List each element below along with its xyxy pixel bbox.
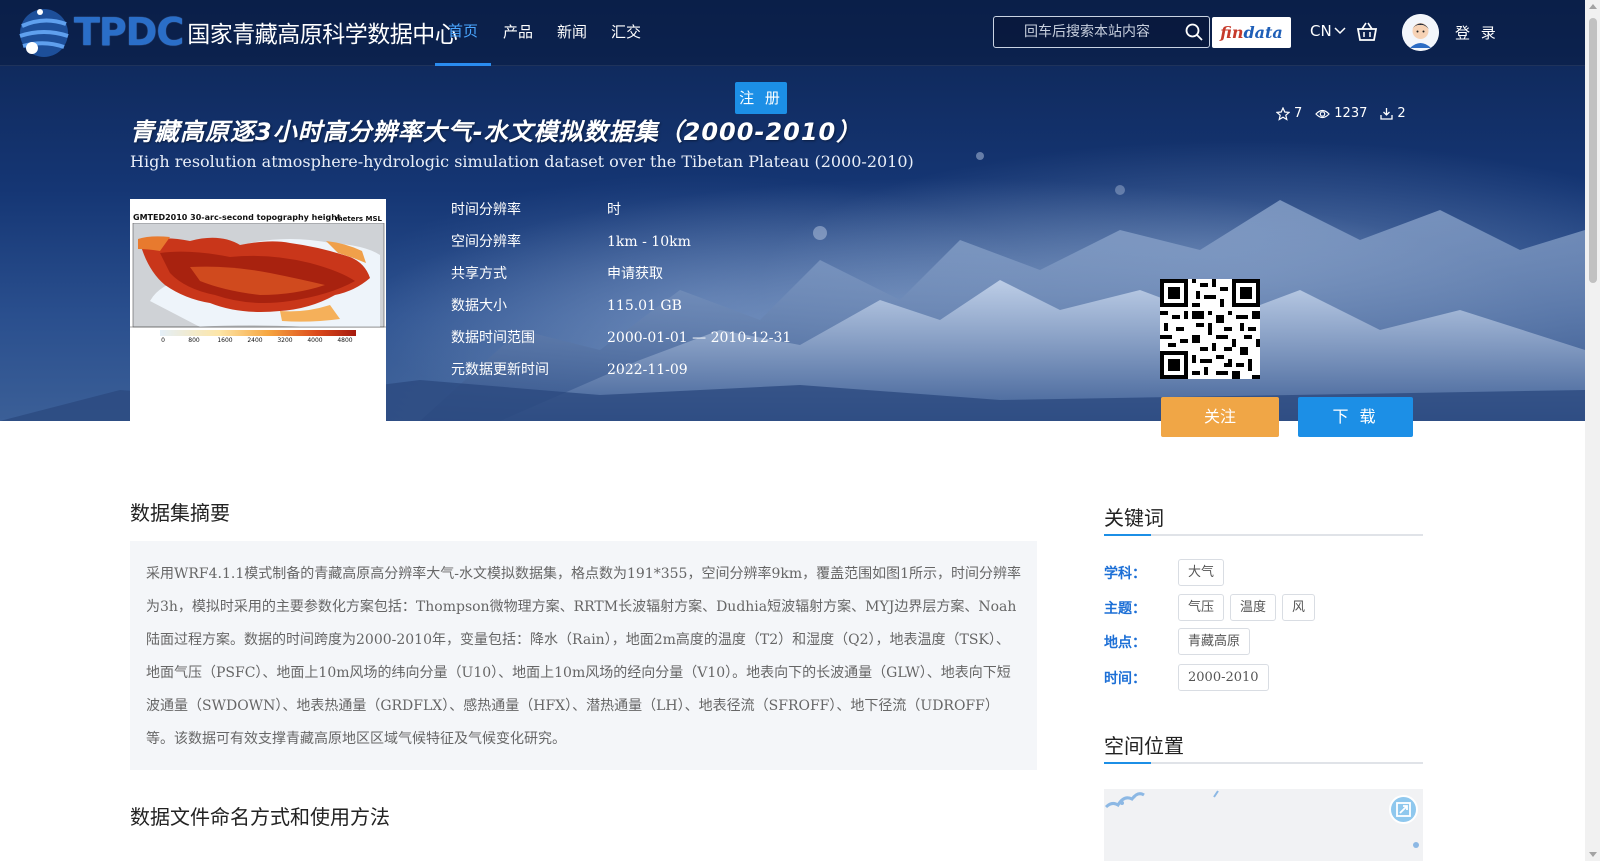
language-selector[interactable]: CN (1310, 22, 1346, 40)
keyword-tag[interactable]: 温度 (1230, 594, 1277, 621)
keyword-tag[interactable]: 青藏高原 (1178, 628, 1251, 655)
keywords-divider (1104, 534, 1423, 536)
file-naming-heading: 数据文件命名方式和使用方法 (130, 805, 390, 829)
download-button[interactable]: 下 载 (1298, 397, 1413, 437)
keyword-label: 地点： (1104, 634, 1146, 651)
info-label: 空间分辨率 (451, 234, 521, 250)
keyword-tag[interactable]: 大气 (1178, 559, 1225, 586)
search-input[interactable] (994, 17, 1179, 47)
logo-name: 国家青藏高原科学数据中心 (187, 22, 458, 48)
spatial-heading: 空间位置 (1104, 734, 1184, 758)
keyword-label: 时间： (1104, 670, 1146, 687)
dataset-title-en: High resolution atmosphere-hydrologic si… (130, 152, 914, 171)
user-avatar-icon (1402, 14, 1439, 51)
keyword-tag[interactable]: 风 (1282, 594, 1316, 621)
info-label: 时间分辨率 (451, 202, 521, 218)
views-count: 1237 (1334, 106, 1368, 121)
info-value: 时 (607, 202, 621, 218)
site-logo[interactable]: TPDC 国家青藏高原科学数据中心 (14, 2, 458, 62)
language-label: CN (1310, 22, 1332, 40)
dataset-title-cn: 青藏高原逐3小时高分辨率大气-水文模拟数据集（2000-2010） (130, 118, 862, 146)
eye-icon (1315, 109, 1331, 118)
info-value: 申请获取 (607, 266, 663, 282)
scroll-thumb[interactable] (1589, 18, 1597, 283)
views-stat: 1237 (1315, 106, 1367, 121)
keyword-row-time: 时间： 2000-2010 (1104, 664, 1275, 691)
nav-products[interactable]: 产品 (491, 0, 545, 66)
page-scrollbar[interactable] (1585, 0, 1600, 861)
dataset-stats: 7 1237 2 (1276, 106, 1419, 121)
keyword-label: 主题： (1104, 600, 1146, 617)
info-value: 1km - 10km (607, 234, 691, 250)
downloads-stat: 2 (1380, 106, 1406, 121)
register-button[interactable]: 注 册 (735, 82, 787, 114)
keyword-row-theme: 主题： 气压 温度 风 (1104, 594, 1321, 621)
keyword-tag[interactable]: 气压 (1178, 594, 1225, 621)
keywords-heading: 关键词 (1104, 506, 1164, 530)
scale-tick: 3200 (277, 337, 292, 344)
favorites-stat: 7 (1276, 106, 1302, 121)
scale-tick: 2400 (247, 337, 262, 344)
keyword-tag[interactable]: 2000-2010 (1178, 664, 1269, 691)
scale-tick: 800 (188, 337, 200, 344)
keyword-row-place: 地点： 青藏高原 (1104, 628, 1256, 655)
scroll-down-arrow[interactable] (1589, 852, 1597, 857)
info-value: 2022-11-09 (607, 362, 688, 378)
spatial-divider (1104, 762, 1423, 764)
spatial-map[interactable] (1104, 789, 1423, 861)
nav-submit[interactable]: 汇交 (599, 0, 653, 66)
info-label: 元数据更新时间 (451, 362, 549, 378)
user-avatar[interactable] (1402, 14, 1439, 51)
follow-button[interactable]: 关注 (1161, 397, 1279, 437)
expand-icon (1396, 802, 1411, 817)
chevron-down-icon (1334, 27, 1346, 35)
abstract-heading: 数据集摘要 (130, 501, 230, 525)
info-label: 数据大小 (451, 298, 507, 314)
scale-tick: 1600 (217, 337, 232, 344)
abstract-text: 采用WRF4.1.1模式制备的青藏高原高分辨率大气-水文模拟数据集，格点数为19… (130, 541, 1037, 770)
map-canvas (1104, 789, 1423, 861)
info-label: 共享方式 (451, 266, 507, 282)
main-nav: 首页 产品 新闻 汇交 (435, 0, 653, 66)
nav-home[interactable]: 首页 (435, 0, 492, 66)
login-link[interactable]: 登 录 (1455, 22, 1499, 43)
keyword-row-discipline: 学科： 大气 (1104, 559, 1230, 586)
downloads-count: 2 (1397, 106, 1406, 121)
scale-tick: 0 (161, 337, 165, 344)
globe-logo-icon (19, 9, 69, 57)
qr-code (1160, 279, 1260, 379)
findata-logo-part1: fin (1220, 23, 1244, 42)
scale-tick: 4800 (337, 337, 352, 344)
star-icon (1276, 106, 1290, 121)
findata-button[interactable]: findata (1212, 17, 1291, 48)
findata-logo-part2: data (1243, 23, 1283, 42)
basket-icon[interactable] (1356, 22, 1378, 42)
keyword-label: 学科： (1104, 565, 1146, 582)
info-value: 115.01 GB (607, 298, 682, 314)
map-expand-button[interactable] (1389, 795, 1418, 824)
favorites-count: 7 (1294, 106, 1303, 121)
thumbnail-unit: meters MSL (335, 215, 382, 223)
nav-news[interactable]: 新闻 (545, 0, 599, 66)
dataset-thumbnail[interactable]: GMTED2010 30-arc-second topography heigh… (130, 199, 386, 426)
thumbnail-title: GMTED2010 30-arc-second topography heigh… (133, 213, 341, 222)
download-icon (1380, 108, 1394, 120)
scale-tick: 4000 (307, 337, 322, 344)
search-box (993, 16, 1210, 48)
logo-abbr: TPDC (74, 10, 184, 54)
scroll-up-arrow[interactable] (1589, 4, 1597, 9)
search-icon[interactable] (1185, 23, 1203, 41)
color-scale: 0 800 1600 2400 3200 4000 4800 (160, 330, 356, 344)
info-value: 2000-01-01 — 2010-12-31 (607, 330, 792, 346)
info-label: 数据时间范围 (451, 330, 535, 346)
top-navbar: TPDC 国家青藏高原科学数据中心 首页 产品 新闻 汇交 findata CN (0, 0, 1585, 66)
